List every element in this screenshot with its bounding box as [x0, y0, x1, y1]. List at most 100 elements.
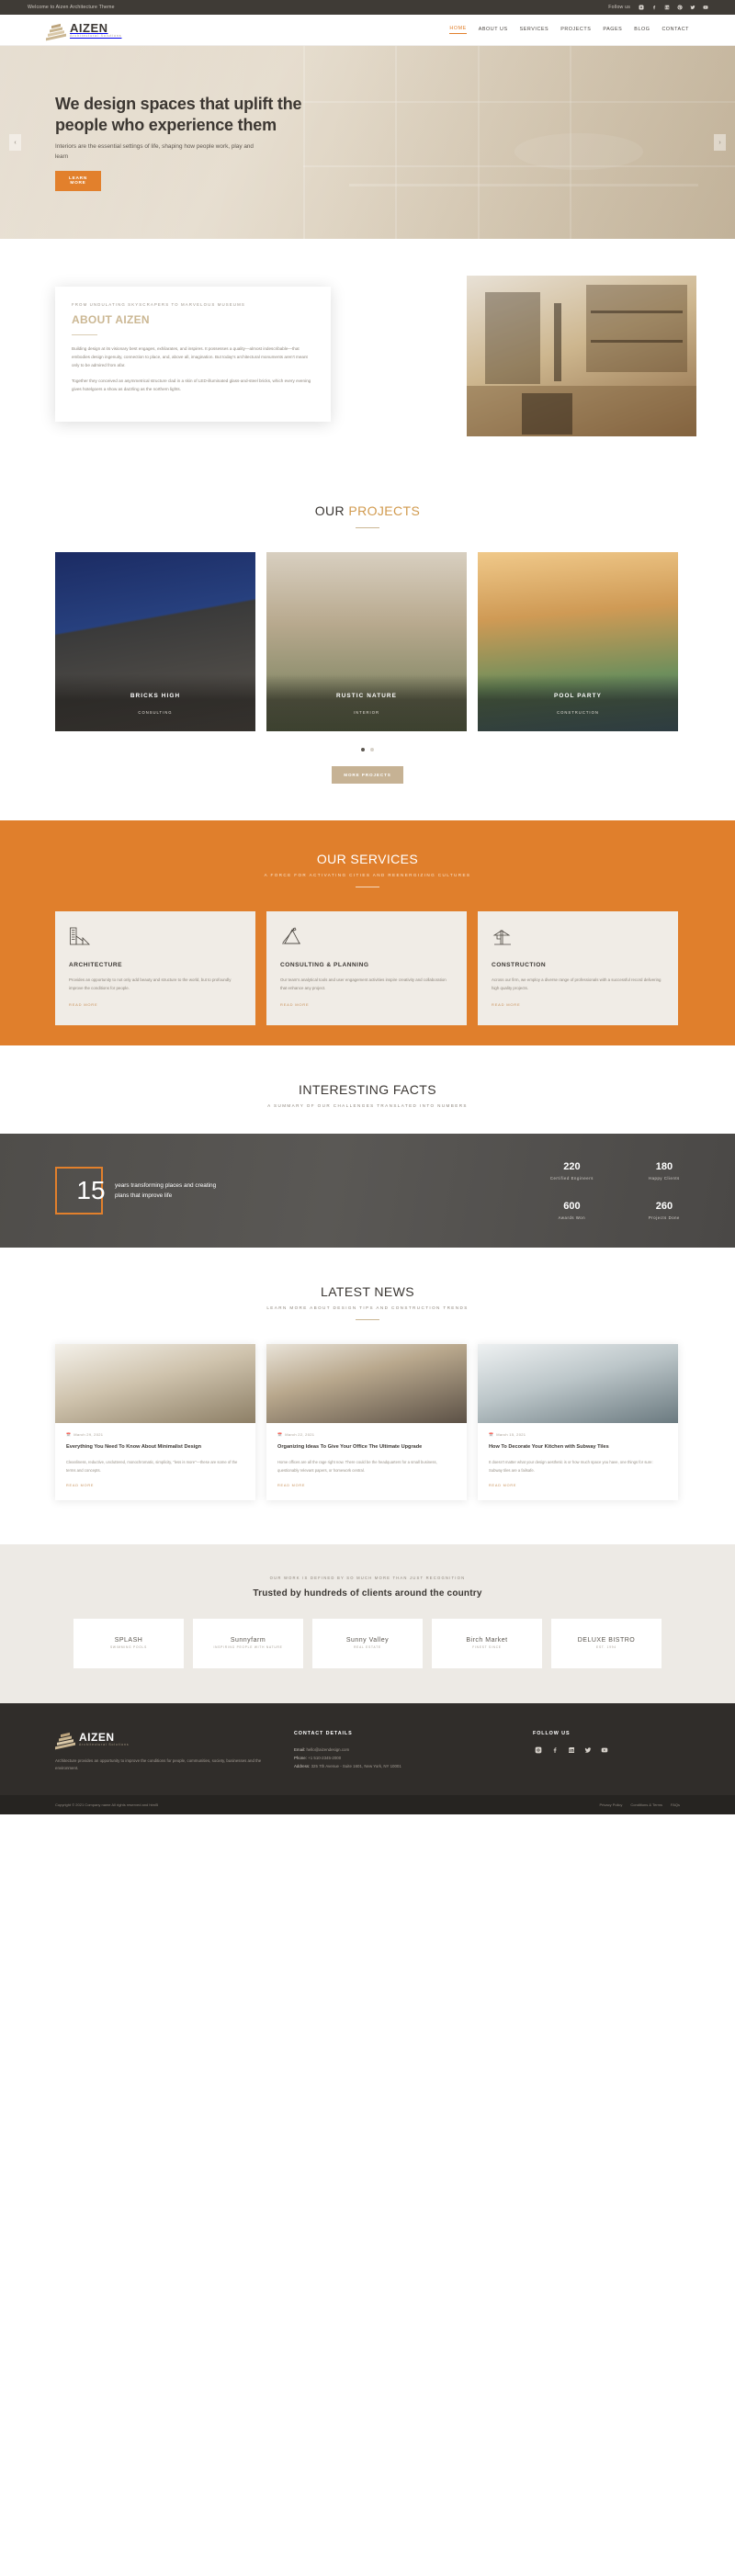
facts-heading-block: INTERESTING FACTS A SUMMARY OF OUR CHALL… — [0, 1045, 735, 1135]
news-title: LATEST NEWS — [321, 1284, 414, 1300]
facts-title: INTERESTING FACTS — [299, 1082, 436, 1098]
facts-stats: 220 Certified Engineers 600 Awards Won 1… — [550, 1161, 680, 1220]
about-section: FROM UNDULATING SKYSCRAPERS TO MARVELOUS… — [0, 239, 735, 472]
youtube-icon[interactable] — [702, 4, 709, 11]
facts-section: 15 years transforming places and creatin… — [0, 1134, 735, 1248]
facts-subtitle: A SUMMARY OF OUR CHALLENGES TRANSLATED I… — [267, 1103, 468, 1109]
pinterest-icon[interactable] — [676, 4, 684, 11]
project-card[interactable]: BRICKS HIGH CONSULTING — [55, 551, 255, 731]
news-headline: Everything You Need To Know About Minima… — [66, 1444, 202, 1451]
welcome-message: Welcome to Aizen Architecture Theme — [28, 5, 115, 10]
news-read-more-link[interactable]: READ MORE — [66, 1484, 244, 1487]
services-subtitle: A FORCE FOR ACTIVATING CITIES AND REENER… — [264, 872, 471, 877]
privacy-policy-link[interactable]: Privacy Policy — [599, 1802, 622, 1807]
projects-title-accent: PROJECTS — [348, 503, 421, 518]
service-read-more-link[interactable]: READ MORE — [69, 1002, 242, 1007]
service-title: CONSULTING & PLANNING — [280, 961, 369, 968]
about-paragraph-1: Building design at its visionary best en… — [72, 346, 308, 367]
nav-item-pages[interactable]: PAGES — [603, 27, 622, 34]
project-title: POOL PARTY — [554, 692, 602, 699]
years-number-box: 15 — [55, 1167, 106, 1215]
client-logo: DELUXE BISTRO Est. 1994 — [551, 1618, 662, 1668]
nav-item-about-us[interactable]: ABOUT US — [479, 27, 508, 34]
projects-title: OUR PROJECTS — [55, 503, 680, 518]
client-logo: Birch Market Finest Since — [432, 1618, 542, 1668]
youtube-icon[interactable] — [599, 1746, 609, 1756]
copyright-bar: Copyright © 2021 Company name All rights… — [0, 1794, 735, 1814]
hero-learn-more-button[interactable]: LEARN MORE — [55, 170, 101, 191]
news-excerpt: It doesn't matter what your design aesth… — [489, 1460, 653, 1473]
instagram-icon[interactable] — [638, 4, 645, 11]
projects-heading: OUR PROJECTS — [55, 503, 680, 528]
nav-item-projects[interactable]: PROJECTS — [560, 27, 591, 34]
news-headline: How To Decorate Your Kitchen with Subway… — [489, 1444, 609, 1451]
more-projects-button[interactable]: MORE PROJECTS — [332, 765, 403, 784]
news-read-more-link[interactable]: READ MORE — [489, 1484, 667, 1487]
nav-item-services[interactable]: SERVICES — [520, 27, 549, 34]
service-card[interactable]: CONSTRUCTION Across our firm, we employ … — [478, 910, 678, 1026]
about-card: FROM UNDULATING SKYSCRAPERS TO MARVELOUS… — [55, 287, 331, 422]
footer-phone-value[interactable]: +1 510-2345-2000 — [308, 1756, 341, 1760]
carousel-dot-1[interactable] — [361, 747, 365, 751]
service-read-more-link[interactable]: READ MORE — [492, 1002, 664, 1007]
stat-number: 260 — [655, 1201, 673, 1213]
client-logo-name: DELUXE BISTRO — [577, 1637, 636, 1644]
stat-label: Certified Engineers — [549, 1176, 594, 1181]
news-date: March 29, 2021 — [74, 1432, 104, 1438]
facebook-icon[interactable] — [650, 4, 658, 11]
client-logo-sub: Swimming Pools — [109, 1645, 148, 1650]
drafting-tools-icon — [282, 927, 300, 944]
services-title: OUR SERVICES — [316, 851, 419, 866]
linkedin-icon[interactable] — [566, 1746, 576, 1756]
footer-logo[interactable]: AIZEN Architectural Solutions — [55, 1731, 266, 1750]
service-title: CONSTRUCTION — [492, 961, 547, 968]
project-title: BRICKS HIGH — [130, 692, 181, 699]
footer-blurb: Architecture provides an opportunity to … — [55, 1757, 262, 1771]
footer-address-line: Address: 325 7th Avenue - Suite 1601, Ne… — [294, 1762, 505, 1770]
site-logo[interactable]: AIZEN Architectural Solutions — [46, 22, 121, 40]
nav-item-contact[interactable]: CONTACT — [662, 27, 689, 34]
footer-logo-tagline: Architectural Solutions — [79, 1743, 130, 1747]
years-text: years transforming places and creating p… — [115, 1182, 217, 1200]
footer-email-line: Email: hello@aizendesign.com — [294, 1746, 505, 1754]
client-logo-sub: Real Estate — [354, 1645, 381, 1650]
news-card[interactable]: 📅 March 22, 2021 Organizing Ideas To Giv… — [266, 1344, 467, 1500]
project-card[interactable]: POOL PARTY CONSTRUCTION — [478, 551, 678, 731]
conditions-terms-link[interactable]: Conditions & Terms — [630, 1802, 662, 1807]
linkedin-icon[interactable] — [663, 4, 671, 11]
news-excerpt: Home offices are all the rage right now.… — [277, 1460, 437, 1473]
calendar-icon: 📅 — [489, 1432, 494, 1438]
service-text: Our team's analytical tools and user eng… — [280, 977, 447, 990]
service-read-more-link[interactable]: READ MORE — [280, 1002, 453, 1007]
footer-links: Privacy Policy Conditions & Terms FAQs — [599, 1802, 680, 1807]
news-card[interactable]: 📅 March 15, 2021 How To Decorate Your Ki… — [478, 1344, 678, 1500]
client-logo-name: SPLASH — [114, 1637, 143, 1644]
service-card[interactable]: ARCHITECTURE Provides an opportunity to … — [55, 910, 255, 1026]
client-logo-sub: Inspiring People With Nature — [213, 1645, 283, 1650]
news-card[interactable]: 📅 March 29, 2021 Everything You Need To … — [55, 1344, 255, 1500]
carousel-dot-2[interactable] — [370, 747, 374, 751]
footer-address-value: 325 7th Avenue - Suite 1601, New York, N… — [311, 1764, 401, 1769]
hero-next-arrow-icon[interactable]: › — [714, 134, 726, 151]
service-title: ARCHITECTURE — [69, 961, 123, 968]
facebook-icon[interactable] — [549, 1746, 560, 1756]
about-title-accent: AIZEN — [115, 313, 150, 326]
news-read-more-link[interactable]: READ MORE — [277, 1484, 456, 1487]
news-meta: 📅 March 29, 2021 — [66, 1432, 244, 1437]
hero-prev-arrow-icon[interactable]: ‹ — [9, 134, 21, 151]
twitter-icon[interactable] — [582, 1746, 593, 1756]
nav-item-home[interactable]: HOME — [449, 26, 467, 34]
footer-follow-column: FOLLOW US — [533, 1731, 680, 1773]
twitter-icon[interactable] — [689, 4, 696, 11]
footer-email-label: Email: — [294, 1746, 306, 1752]
project-card[interactable]: RUSTIC NATURE INTERIOR — [266, 551, 467, 731]
instagram-icon[interactable] — [533, 1746, 543, 1756]
stat-number: 600 — [563, 1201, 581, 1213]
about-title-main: ABOUT — [72, 313, 113, 326]
copyright-text: Copyright © 2021 Company name All rights… — [55, 1802, 159, 1807]
footer-email-value[interactable]: hello@aizendesign.com — [306, 1747, 349, 1752]
faqs-link[interactable]: FAQs — [671, 1802, 680, 1807]
nav-item-blog[interactable]: BLOG — [634, 27, 650, 34]
service-card[interactable]: CONSULTING & PLANNING Our team's analyti… — [266, 910, 467, 1026]
projects-section: OUR PROJECTS BRICKS HIGH CONSULTING RUST… — [0, 471, 735, 820]
